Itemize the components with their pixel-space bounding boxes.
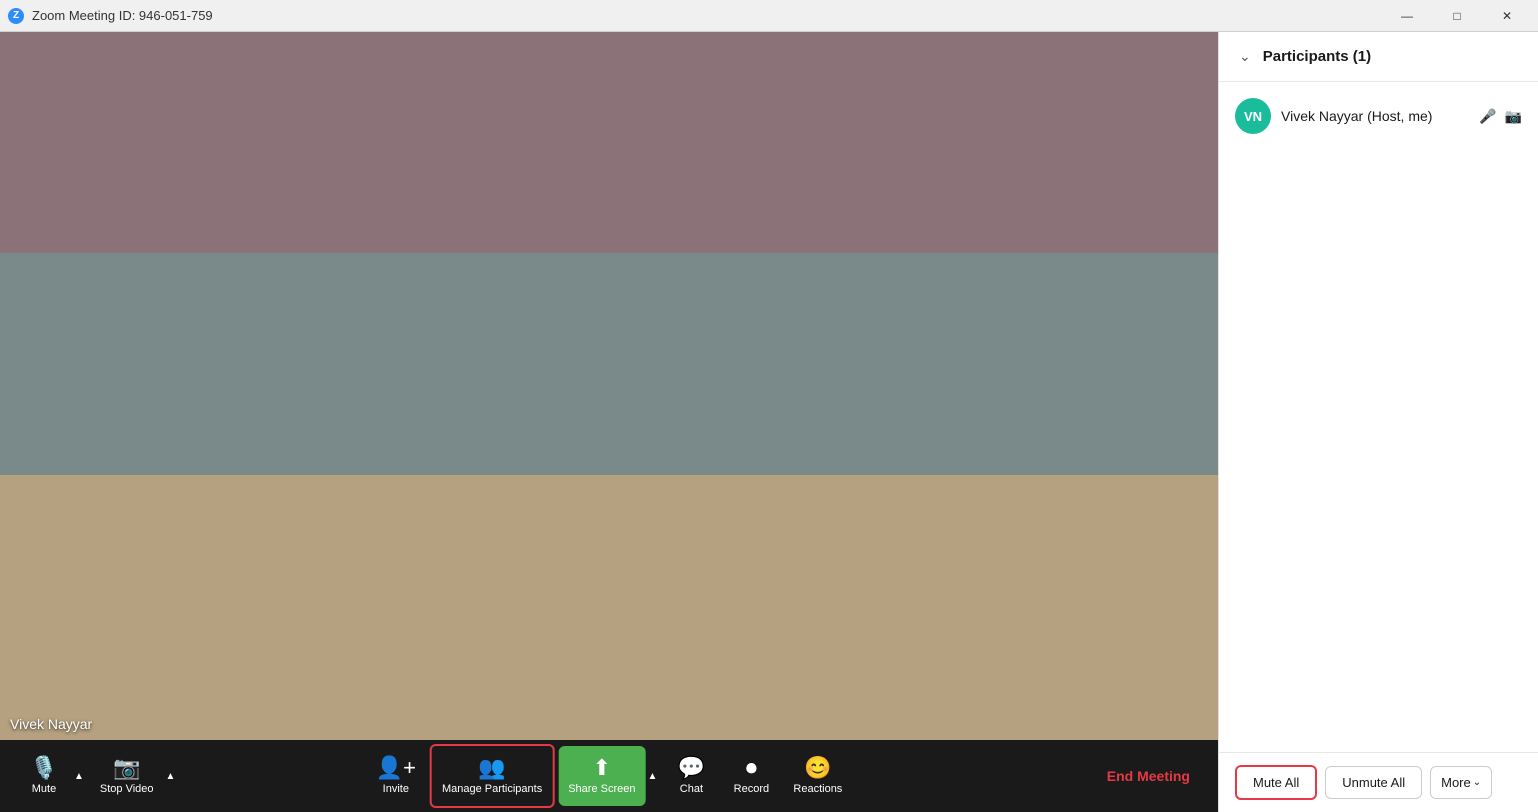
mute-button[interactable]: 🎙️ Mute — [16, 746, 72, 806]
app-container: Vivek Nayyar 🎙️ Mute ▲ — [0, 32, 1538, 812]
video-section-mid — [0, 253, 1218, 474]
zoom-icon: Z — [8, 8, 24, 24]
mute-group: 🎙️ Mute ▲ — [16, 746, 86, 806]
panel-footer: Mute All Unmute All More ⌄ — [1219, 752, 1538, 812]
video-section-top — [0, 32, 1218, 253]
mic-icon: 🎙️ — [30, 757, 57, 779]
participant-icons: 🎤 📷 — [1479, 108, 1522, 125]
avatar: VN — [1235, 98, 1271, 134]
unmute-all-button[interactable]: Unmute All — [1325, 766, 1422, 799]
panel-header-left: ⌄ Participants (1) — [1235, 46, 1371, 67]
invite-icon: 👤+ — [376, 757, 416, 779]
video-main: Vivek Nayyar — [0, 32, 1218, 740]
manage-participants-wrapper: 👥 Manage Participants — [430, 744, 554, 808]
record-label: Record — [734, 783, 769, 795]
reactions-button[interactable]: 😊 Reactions — [783, 746, 852, 806]
video-icon: 📷 — [113, 757, 140, 779]
title-bar: Z Zoom Meeting ID: 946-051-759 — □ ✕ — [0, 0, 1538, 32]
stop-video-button[interactable]: 📷 Stop Video — [90, 746, 164, 806]
share-screen-button[interactable]: ⬆ Share Screen — [558, 746, 645, 806]
window-controls: — □ ✕ — [1384, 0, 1530, 32]
reactions-icon: 😊 — [804, 757, 831, 779]
participant-name: Vivek Nayyar (Host, me) — [1281, 108, 1469, 124]
chevron-up-icon: ▲ — [647, 771, 657, 782]
more-label: More — [1441, 775, 1471, 790]
reactions-label: Reactions — [793, 783, 842, 795]
manage-participants-icon: 👥 — [478, 757, 505, 779]
mute-label: Mute — [32, 783, 56, 795]
chevron-up-icon: ▲ — [166, 771, 176, 782]
invite-button[interactable]: 👤+ Invite — [366, 746, 426, 806]
record-button[interactable]: ⏺ Record — [723, 746, 779, 806]
share-screen-label: Share Screen — [568, 783, 635, 795]
end-meeting-button[interactable]: End Meeting — [1095, 760, 1202, 792]
camera-status-icon: 📷 — [1505, 108, 1522, 125]
title-bar-left: Z Zoom Meeting ID: 946-051-759 — [8, 8, 213, 24]
video-background — [0, 32, 1218, 740]
manage-participants-label: Manage Participants — [442, 783, 542, 795]
record-icon: ⏺ — [746, 757, 757, 779]
mute-all-button[interactable]: Mute All — [1235, 765, 1317, 800]
window-title: Zoom Meeting ID: 946-051-759 — [32, 8, 213, 23]
manage-participants-button[interactable]: 👥 Manage Participants — [432, 746, 552, 806]
chevron-up-icon: ▲ — [74, 771, 84, 782]
share-screen-group: ⬆ Share Screen ▲ — [558, 746, 659, 806]
participant-list: VN Vivek Nayyar (Host, me) 🎤 📷 — [1219, 82, 1538, 752]
chevron-down-icon: ⌄ — [1473, 777, 1481, 788]
share-screen-icon: ⬆ — [593, 757, 611, 779]
participants-panel: ⌄ Participants (1) VN Vivek Nayyar (Host… — [1218, 32, 1538, 812]
close-button[interactable]: ✕ — [1484, 0, 1530, 32]
panel-header: ⌄ Participants (1) — [1219, 32, 1538, 82]
toolbar-wrapper: 🎙️ Mute ▲ 📷 Stop Video ▲ — [16, 746, 1202, 806]
chat-icon: 💬 — [678, 757, 705, 779]
chat-button[interactable]: 💬 Chat — [663, 746, 719, 806]
video-area: Vivek Nayyar 🎙️ Mute ▲ — [0, 32, 1218, 812]
invite-label: Invite — [383, 783, 409, 795]
participant-item: VN Vivek Nayyar (Host, me) 🎤 📷 — [1219, 90, 1538, 142]
video-chevron-button[interactable]: ▲ — [164, 746, 178, 806]
video-group: 📷 Stop Video ▲ — [90, 746, 178, 806]
share-screen-chevron-button[interactable]: ▲ — [645, 746, 659, 806]
chat-label: Chat — [680, 783, 703, 795]
video-participant-label: Vivek Nayyar — [10, 716, 92, 732]
mic-status-icon: 🎤 — [1479, 108, 1496, 125]
video-section-bot — [0, 475, 1218, 741]
toolbar-left: 🎙️ Mute ▲ 📷 Stop Video ▲ — [16, 746, 177, 806]
maximize-button[interactable]: □ — [1434, 0, 1480, 32]
toolbar-center: 👤+ Invite 👥 Manage Participants ⬆ Share … — [366, 744, 853, 808]
collapse-panel-button[interactable]: ⌄ — [1235, 46, 1255, 67]
toolbar: 🎙️ Mute ▲ 📷 Stop Video ▲ — [0, 740, 1218, 812]
mute-chevron-button[interactable]: ▲ — [72, 746, 86, 806]
more-button[interactable]: More ⌄ — [1430, 766, 1492, 799]
toolbar-right: End Meeting — [1095, 760, 1202, 792]
stop-video-label: Stop Video — [100, 783, 154, 795]
minimize-button[interactable]: — — [1384, 0, 1430, 32]
participants-panel-title: Participants (1) — [1263, 48, 1371, 65]
